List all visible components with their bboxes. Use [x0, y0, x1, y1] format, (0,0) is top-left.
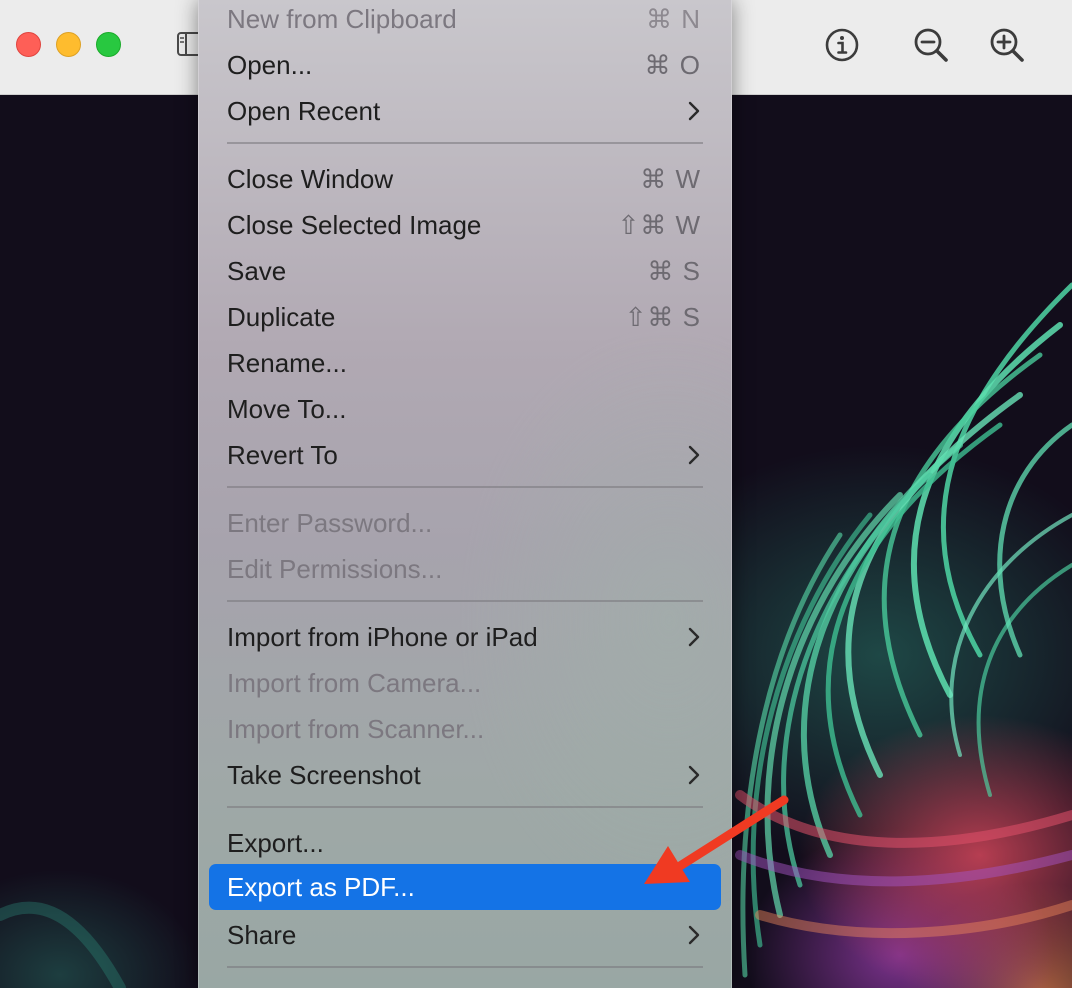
annotation-arrow-icon [644, 795, 789, 884]
